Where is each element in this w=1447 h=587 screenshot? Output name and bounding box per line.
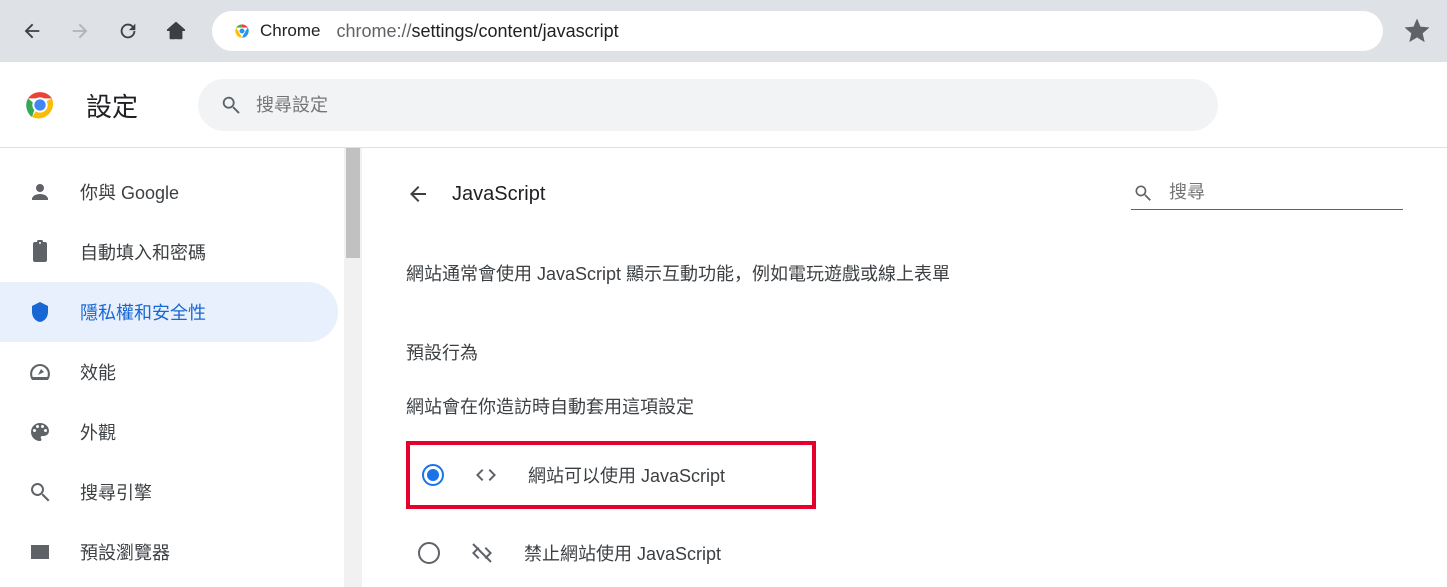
sidebar-item-label: 預設瀏覽器	[80, 539, 170, 565]
search-icon	[1133, 183, 1153, 203]
sidebar-item-performance[interactable]: 效能	[0, 342, 338, 402]
sidebar-item-label: 自動填入和密碼	[80, 239, 206, 265]
browser-icon	[28, 540, 52, 564]
speedometer-icon	[28, 360, 52, 384]
sidebar: 你與 Google 自動填入和密碼 隱私權和安全性 效能 外觀 搜尋引擎	[0, 148, 344, 587]
back-arrow-button[interactable]	[406, 182, 430, 206]
chrome-logo-icon	[24, 89, 56, 121]
clipboard-icon	[28, 240, 52, 264]
sidebar-item-label: 效能	[80, 359, 116, 385]
sidebar-item-you-and-google[interactable]: 你與 Google	[0, 162, 338, 222]
section-sublabel: 網站會在你造訪時自動套用這項設定	[406, 393, 1403, 419]
option-block-javascript[interactable]: 禁止網站使用 JavaScript	[406, 519, 1403, 587]
person-icon	[28, 180, 52, 204]
sidebar-item-label: 搜尋引擎	[80, 479, 152, 505]
home-button[interactable]	[154, 11, 198, 51]
page-title: JavaScript	[452, 183, 545, 206]
radio-button[interactable]	[418, 542, 440, 564]
shield-icon	[28, 300, 52, 324]
page-search-box[interactable]	[1131, 178, 1403, 210]
code-icon	[474, 463, 498, 487]
sidebar-item-autofill[interactable]: 自動填入和密碼	[0, 222, 338, 282]
settings-search-input[interactable]	[256, 95, 1196, 116]
option-allow-javascript[interactable]: 網站可以使用 JavaScript	[406, 441, 816, 509]
url-bar[interactable]: Chrome chrome://settings/content/javascr…	[212, 11, 1383, 51]
sidebar-item-privacy-security[interactable]: 隱私權和安全性	[0, 282, 338, 342]
code-off-icon	[470, 541, 494, 565]
main-content: JavaScript 網站通常會使用 JavaScript 顯示互動功能，例如電…	[362, 148, 1447, 587]
site-chip: Chrome	[226, 21, 326, 41]
sidebar-item-label: 你與 Google	[80, 179, 179, 205]
option-label: 網站可以使用 JavaScript	[528, 462, 725, 488]
settings-title: 設定	[86, 87, 138, 124]
sidebar-item-search-engine[interactable]: 搜尋引擎	[0, 462, 338, 522]
reload-button[interactable]	[106, 11, 150, 51]
sidebar-item-default-browser[interactable]: 預設瀏覽器	[0, 522, 338, 582]
sidebar-item-appearance[interactable]: 外觀	[0, 402, 338, 462]
site-chip-label: Chrome	[260, 21, 320, 41]
section-label: 預設行為	[406, 339, 1403, 365]
url-text: chrome://settings/content/javascript	[336, 21, 618, 42]
sidebar-scrollbar[interactable]	[344, 148, 362, 587]
option-label: 禁止網站使用 JavaScript	[524, 540, 721, 566]
search-icon	[220, 94, 242, 116]
sidebar-item-label: 隱私權和安全性	[80, 299, 206, 325]
settings-header: 設定	[0, 63, 1447, 147]
page-search-input[interactable]	[1169, 182, 1401, 203]
forward-button[interactable]	[58, 11, 102, 51]
sidebar-item-label: 外觀	[80, 419, 116, 445]
page-description: 網站通常會使用 JavaScript 顯示互動功能，例如電玩遊戲或線上表單	[406, 260, 1403, 289]
radio-button[interactable]	[422, 464, 444, 486]
settings-search-box[interactable]	[198, 79, 1218, 131]
browser-toolbar: Chrome chrome://settings/content/javascr…	[0, 0, 1447, 62]
bookmark-star-button[interactable]	[1397, 19, 1437, 43]
search-icon	[28, 480, 52, 504]
scrollbar-thumb[interactable]	[346, 148, 360, 258]
palette-icon	[28, 420, 52, 444]
back-button[interactable]	[10, 11, 54, 51]
chrome-icon	[232, 21, 252, 41]
